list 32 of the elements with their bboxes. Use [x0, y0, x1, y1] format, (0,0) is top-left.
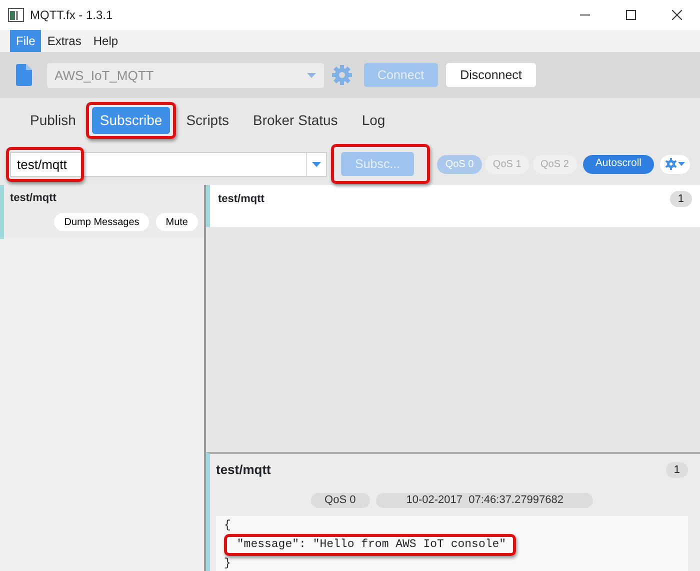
maximize-icon [626, 10, 636, 20]
payload-line: { [223, 518, 232, 534]
subscription-item[interactable]: test/mqtt Dump Messages Mute [0, 185, 204, 239]
subscription-button[interactable]: Mute [156, 213, 198, 231]
caret-icon [312, 162, 321, 166]
toolbar-button[interactable]: Disconnect [446, 63, 536, 87]
message-count: 1 [666, 462, 688, 478]
app-icon [8, 8, 24, 22]
payload-line: } [223, 556, 232, 571]
caret-icon [306, 72, 316, 78]
menu-item[interactable]: Extras [41, 30, 88, 52]
timestamp: 10-02-2017 07:46:37.27997682 [376, 492, 594, 508]
message-count: 1 [670, 191, 692, 207]
window-title: MQTT.fx - 1.3.1 [30, 7, 114, 24]
message-list-item[interactable]: test/mqtt 1 [206, 185, 700, 227]
tab[interactable]: Log [354, 107, 394, 134]
qos-label: QoS 0 [310, 492, 370, 508]
close-icon [672, 10, 682, 20]
tab[interactable]: Publish [22, 107, 84, 134]
tab[interactable]: Scripts [178, 107, 237, 134]
subscription-button[interactable]: Dump Messages [54, 213, 150, 231]
autoscroll-toggle[interactable]: Autoscroll [583, 154, 654, 174]
menu-item[interactable]: Help [87, 30, 124, 52]
topic-field[interactable]: test/mqtt [10, 152, 327, 176]
topic-label: test/mqtt [218, 192, 264, 207]
settings-icon [665, 158, 685, 170]
topic-label: test/mqtt [10, 191, 58, 206]
settings-button[interactable] [660, 154, 690, 174]
payload-line: "message": "Hello from AWS IoT console" [236, 536, 508, 552]
tab[interactable]: Broker Status [244, 107, 346, 134]
document-icon [16, 64, 32, 86]
topic-label: test/mqtt [216, 461, 271, 479]
